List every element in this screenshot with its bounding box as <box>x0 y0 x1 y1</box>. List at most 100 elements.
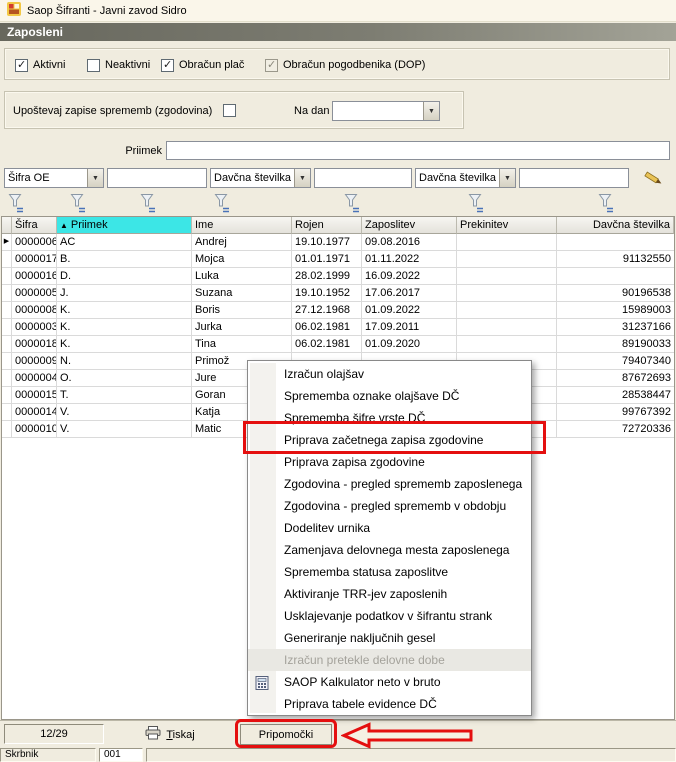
table-cell: 0000015 <box>12 387 57 404</box>
table-cell: 87672693 <box>557 370 674 387</box>
header-selector <box>2 217 12 234</box>
column-header-prekinitev[interactable]: Prekinitev <box>457 217 557 234</box>
table-row[interactable]: 0000018 K. Tina 06.02.1981 01.09.2020 8919003… <box>2 336 674 353</box>
chevron-down-icon <box>499 169 515 187</box>
table-cell <box>557 268 674 285</box>
row-selector-cell <box>2 370 12 387</box>
menu-item-label: Generiranje naključnih gesel <box>284 631 436 645</box>
titlebar: Saop Šifranti - Javni zavod Sidro <box>0 0 676 22</box>
status-filter-group: Aktivni Neaktivni Obračun plač Obračun p… <box>4 48 670 80</box>
history-label: Upoštevaj zapise sprememb (zgodovina) <box>13 105 213 117</box>
row-selector-cell <box>2 319 12 336</box>
column-header-davcna[interactable]: Davčna številka <box>557 217 674 234</box>
table-cell: D. <box>57 268 192 285</box>
checkbox-neaktivni[interactable]: Neaktivni <box>87 58 150 72</box>
menu-item[interactable]: Sprememba statusa zaposlitve <box>248 561 531 583</box>
menu-item[interactable]: Priprava tabele evidence DČ <box>248 693 531 715</box>
column-filter-input-3[interactable] <box>519 168 629 188</box>
statusbar-user: Skrbnik <box>0 748 96 762</box>
checkbox-aktivni[interactable]: Aktivni <box>15 58 65 72</box>
table-cell: 06.02.1981 <box>292 336 362 353</box>
menu-item: Izračun pretekle delovne dobe <box>248 649 531 671</box>
table-row[interactable]: 0000005 J. Suzana 19.10.1952 17.06.2017 90196… <box>2 285 674 302</box>
menu-item-label: Zamenjava delovnega mesta zaposlenega <box>284 543 510 557</box>
table-cell: Mojca <box>192 251 292 268</box>
menu-item[interactable]: Zgodovina - pregled sprememb v obdobju <box>248 495 531 517</box>
history-checkbox[interactable] <box>223 104 236 117</box>
checkbox-box <box>161 58 174 72</box>
filter-funnel-icon[interactable] <box>8 193 24 213</box>
section-header: Zaposleni <box>0 23 676 41</box>
tiskaj-button[interactable]: Tiskaj <box>128 724 212 745</box>
menu-item-label: Sprememba statusa zaposlitve <box>284 565 449 579</box>
na-dan-value <box>333 102 423 120</box>
table-row[interactable]: 0000008 K. Boris 27.12.1968 01.09.2022 159890… <box>2 302 674 319</box>
menu-item[interactable]: Izračun olajšav <box>248 363 531 385</box>
na-dan-label: Na dan <box>294 105 330 117</box>
column-header-label: Prekinitev <box>460 219 509 231</box>
table-cell: 01.11.2022 <box>362 251 457 268</box>
column-header-ime[interactable]: Ime <box>192 217 292 234</box>
na-dan-select[interactable] <box>332 101 440 121</box>
record-counter: 12/29 <box>4 724 104 744</box>
column-header-priimek[interactable]: ▲ Priimek <box>57 217 192 234</box>
column-filter-value: Davčna številka <box>419 172 497 184</box>
history-group: Upoštevaj zapise sprememb (zgodovina) Na… <box>4 91 464 129</box>
column-filter-input-1[interactable] <box>107 168 207 188</box>
menu-item[interactable]: Dodelitev urnika <box>248 517 531 539</box>
table-row[interactable]: 0000016 D. Luka 28.02.1999 16.09.2022 <box>2 268 674 285</box>
menu-item[interactable]: Generiranje naključnih gesel <box>248 627 531 649</box>
table-cell: 91132550 <box>557 251 674 268</box>
table-row[interactable]: 0000003 K. Jurka 06.02.1981 17.09.2011 312371… <box>2 319 674 336</box>
table-cell <box>557 234 674 251</box>
checkbox-obracun-pogodbenika: Obračun pogodbenika (DOP) <box>265 58 425 72</box>
row-selector-cell <box>2 285 12 302</box>
table-cell <box>457 302 557 319</box>
column-filter-select-3[interactable]: Davčna številka <box>415 168 516 188</box>
column-header-rojen[interactable]: Rojen <box>292 217 362 234</box>
filter-funnel-icon[interactable] <box>344 193 360 213</box>
menu-item[interactable]: Sprememba oznake olajšave DČ <box>248 385 531 407</box>
menu-item[interactable]: SAOP Kalkulator neto v bruto <box>248 671 531 693</box>
table-cell: 90196538 <box>557 285 674 302</box>
filter-funnel-icon[interactable] <box>70 193 86 213</box>
chevron-down-icon <box>294 169 310 187</box>
table-cell: 27.12.1968 <box>292 302 362 319</box>
column-header-sifra[interactable]: Šifra <box>12 217 57 234</box>
column-filter-select-1[interactable]: Šifra OE <box>4 168 104 188</box>
column-filter-input-2[interactable] <box>314 168 412 188</box>
table-cell: 17.09.2011 <box>362 319 457 336</box>
table-cell: 01.01.1971 <box>292 251 362 268</box>
checkbox-box <box>265 58 278 72</box>
checkbox-obracun-plac[interactable]: Obračun plač <box>161 58 244 72</box>
table-cell: Suzana <box>192 285 292 302</box>
menu-item[interactable]: Zgodovina - pregled sprememb zaposlenega <box>248 473 531 495</box>
chevron-down-icon <box>423 102 439 120</box>
section-title: Zaposleni <box>7 25 64 39</box>
menu-item[interactable]: Zamenjava delovnega mesta zaposlenega <box>248 539 531 561</box>
table-cell: V. <box>57 421 192 438</box>
menu-item[interactable]: Usklajevanje podatkov v šifrantu strank <box>248 605 531 627</box>
filter-funnel-icon[interactable] <box>598 193 614 213</box>
menu-item-label: Priprava tabele evidence DČ <box>284 697 437 711</box>
filter-funnel-icon[interactable] <box>214 193 230 213</box>
menu-item[interactable]: Aktiviranje TRR-jev zaposlenih <box>248 583 531 605</box>
table-cell: K. <box>57 319 192 336</box>
table-cell: 31237166 <box>557 319 674 336</box>
table-cell: K. <box>57 336 192 353</box>
priimek-input[interactable] <box>166 141 670 160</box>
checkbox-box <box>15 58 28 72</box>
menu-item[interactable]: Priprava zapisa zgodovine <box>248 451 531 473</box>
table-row[interactable]: ▶ 0000006 AC Andrej 19.10.1977 09.08.2016 <box>2 234 674 251</box>
filter-funnel-icon[interactable] <box>140 193 156 213</box>
pencil-icon[interactable] <box>641 170 665 187</box>
column-header-zaposlitev[interactable]: Zaposlitev <box>362 217 457 234</box>
printer-icon <box>145 726 161 743</box>
table-cell: 16.09.2022 <box>362 268 457 285</box>
column-filter-select-2[interactable]: Davčna številka <box>210 168 311 188</box>
checkbox-label: Obračun pogodbenika (DOP) <box>283 59 426 71</box>
table-row[interactable]: 0000017 B. Mojca 01.01.1971 01.11.2022 911325… <box>2 251 674 268</box>
table-cell: 89190033 <box>557 336 674 353</box>
filter-funnel-icon[interactable] <box>468 193 484 213</box>
menu-item-label: Aktiviranje TRR-jev zaposlenih <box>284 587 448 601</box>
